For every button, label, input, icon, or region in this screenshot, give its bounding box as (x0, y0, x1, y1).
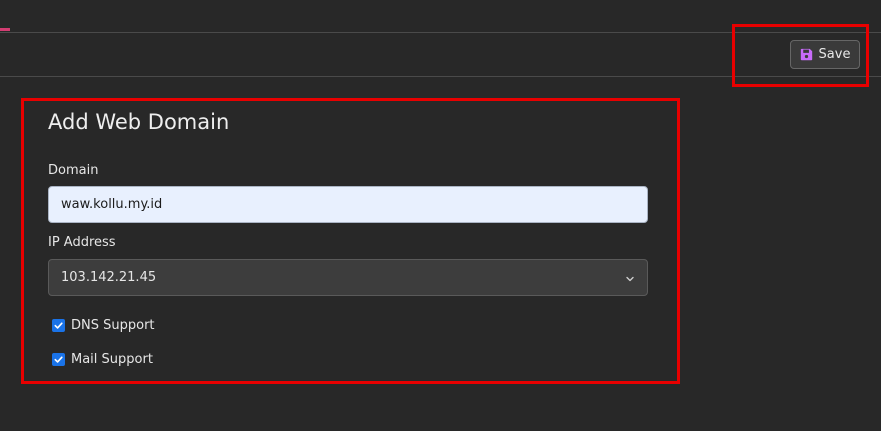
accent-indicator (0, 28, 10, 31)
form-highlight-box (21, 98, 680, 384)
save-highlight-box (732, 24, 869, 87)
